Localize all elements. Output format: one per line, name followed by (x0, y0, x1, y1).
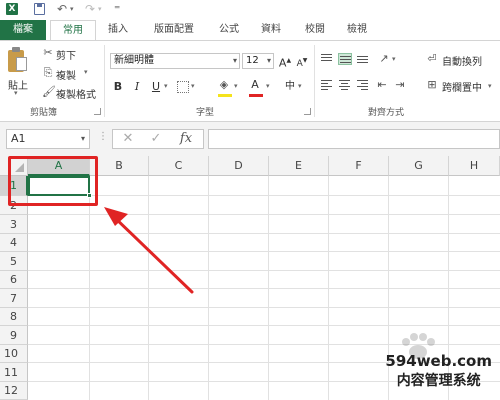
excel-window: X ↶ ▾ ↷ ▾ ⁼ 檔案 常用 插入 版面配置 公式 資料 校閱 檢視 貼上… (0, 0, 500, 400)
watermark-domain: 594web.com (385, 352, 492, 370)
site-watermark: 594web.com 内容管理系统 (385, 352, 492, 390)
watermark-subtitle: 内容管理系统 (396, 373, 481, 389)
